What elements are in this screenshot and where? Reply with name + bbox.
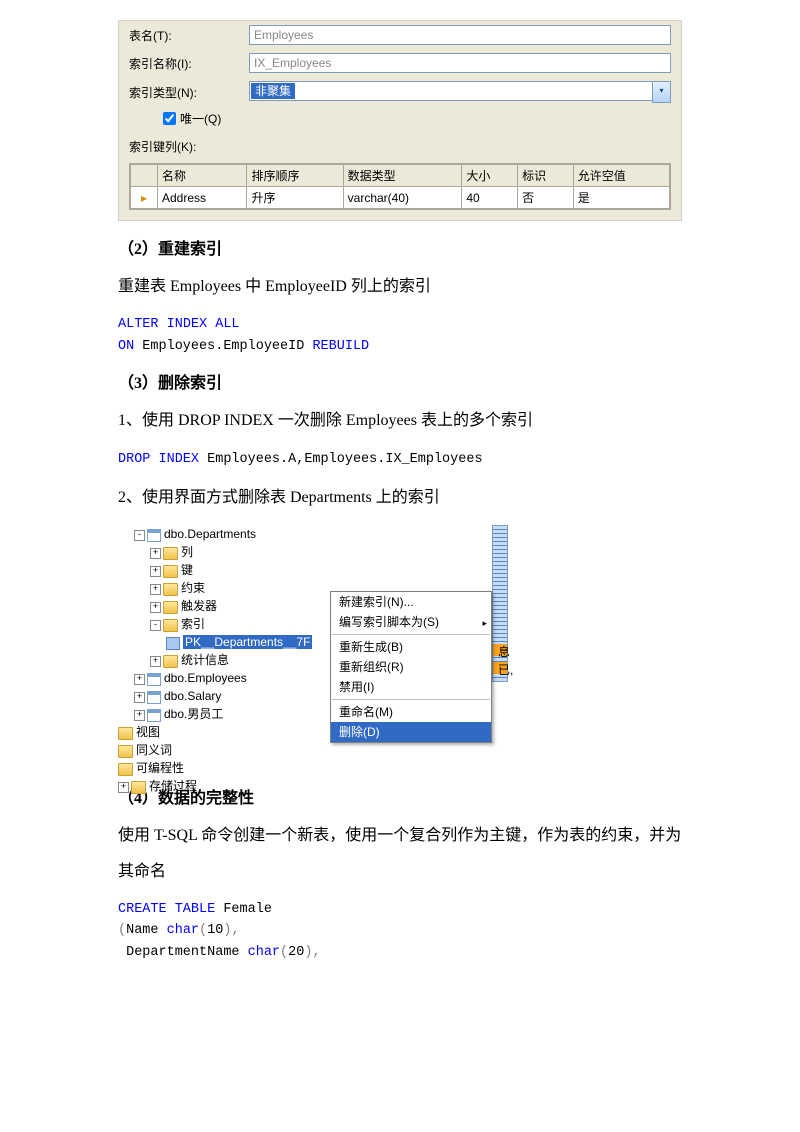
tree-node-sproc[interactable]: +存储过程: [118, 777, 488, 795]
index-dialog: 表名(T): Employees 索引名称(I): IX_Employees 索…: [118, 20, 682, 221]
sql-create-table: CREATE TABLE Female (Name char(10), Depa…: [118, 899, 682, 964]
menu-new-index[interactable]: 新建索引(N)...: [331, 592, 491, 612]
col-identity[interactable]: 标识: [518, 165, 574, 187]
label-index-name: 索引名称(I):: [129, 55, 249, 72]
index-columns-table: 名称 排序顺序 数据类型 大小 标识 允许空值 ▸ Address 升序 var…: [129, 163, 671, 210]
menu-rebuild[interactable]: 重新生成(B): [331, 637, 491, 657]
cell-type: varchar(40): [343, 187, 462, 209]
field-table-name[interactable]: Employees: [249, 25, 671, 45]
checkbox-unique[interactable]: [163, 112, 176, 125]
text-ui-delete: 2、使用界面方式删除表 Departments 上的索引: [118, 480, 682, 515]
col-sort[interactable]: 排序顺序: [247, 165, 343, 187]
heading-rebuild-index: （2）重建索引: [118, 235, 682, 259]
field-index-name[interactable]: IX_Employees: [249, 53, 671, 73]
index-icon: [166, 637, 180, 650]
sql-rebuild: ALTER INDEX ALL ON Employees.EmployeeID …: [118, 314, 682, 357]
heading-delete-index: （3）删除索引: [118, 369, 682, 393]
col-type[interactable]: 数据类型: [343, 165, 462, 187]
side-text-2: 已,: [498, 661, 513, 678]
tree-node-columns[interactable]: +列: [150, 543, 488, 561]
cell-size: 40: [462, 187, 518, 209]
object-explorer-screenshot: -dbo.Departments +列 +键 +约束 +触发器 -索引 PK__…: [118, 525, 518, 770]
sql-drop: DROP INDEX Employees.A,Employees.IX_Empl…: [118, 449, 682, 471]
tree-node-synonyms[interactable]: 同义词: [118, 741, 488, 759]
side-text-1: 息: [498, 643, 510, 660]
text-drop-multi: 1、使用 DROP INDEX 一次删除 Employees 表上的多个索引: [118, 403, 682, 438]
tree-node-keys[interactable]: +键: [150, 561, 488, 579]
cell-nullable: 是: [573, 187, 669, 209]
label-index-cols: 索引键列(K):: [129, 138, 249, 155]
label-index-type: 索引类型(N):: [129, 84, 249, 101]
text-integrity-desc: 使用 T-SQL 命令创建一个新表，使用一个复合列作为主键，作为表的约束，并为其…: [118, 818, 682, 888]
text-rebuild-desc: 重建表 Employees 中 EmployeeID 列上的索引: [118, 269, 682, 304]
chevron-right-icon: ▸: [482, 615, 487, 631]
context-menu: 新建索引(N)... 编写索引脚本为(S)▸ 重新生成(B) 重新组织(R) 禁…: [330, 591, 492, 743]
menu-delete[interactable]: 删除(D): [331, 722, 491, 742]
row-icon: ▸: [131, 187, 158, 209]
chevron-down-icon[interactable]: ▾: [652, 81, 671, 103]
cell-identity: 否: [518, 187, 574, 209]
col-nullable[interactable]: 允许空值: [573, 165, 669, 187]
col-size[interactable]: 大小: [462, 165, 518, 187]
col-name[interactable]: 名称: [158, 165, 247, 187]
menu-reorganize[interactable]: 重新组织(R): [331, 657, 491, 677]
menu-script-index[interactable]: 编写索引脚本为(S)▸: [331, 612, 491, 632]
label-table-name: 表名(T):: [129, 27, 249, 44]
tree-node-programmability[interactable]: 可编程性: [118, 759, 488, 777]
cell-name: Address: [158, 187, 247, 209]
menu-rename[interactable]: 重命名(M): [331, 702, 491, 722]
table-row[interactable]: ▸ Address 升序 varchar(40) 40 否 是: [131, 187, 670, 209]
label-unique: 唯一(Q): [180, 110, 221, 127]
cell-sort: 升序: [247, 187, 343, 209]
combo-index-type[interactable]: 非聚集 ▾: [249, 81, 671, 103]
menu-disable[interactable]: 禁用(I): [331, 677, 491, 697]
